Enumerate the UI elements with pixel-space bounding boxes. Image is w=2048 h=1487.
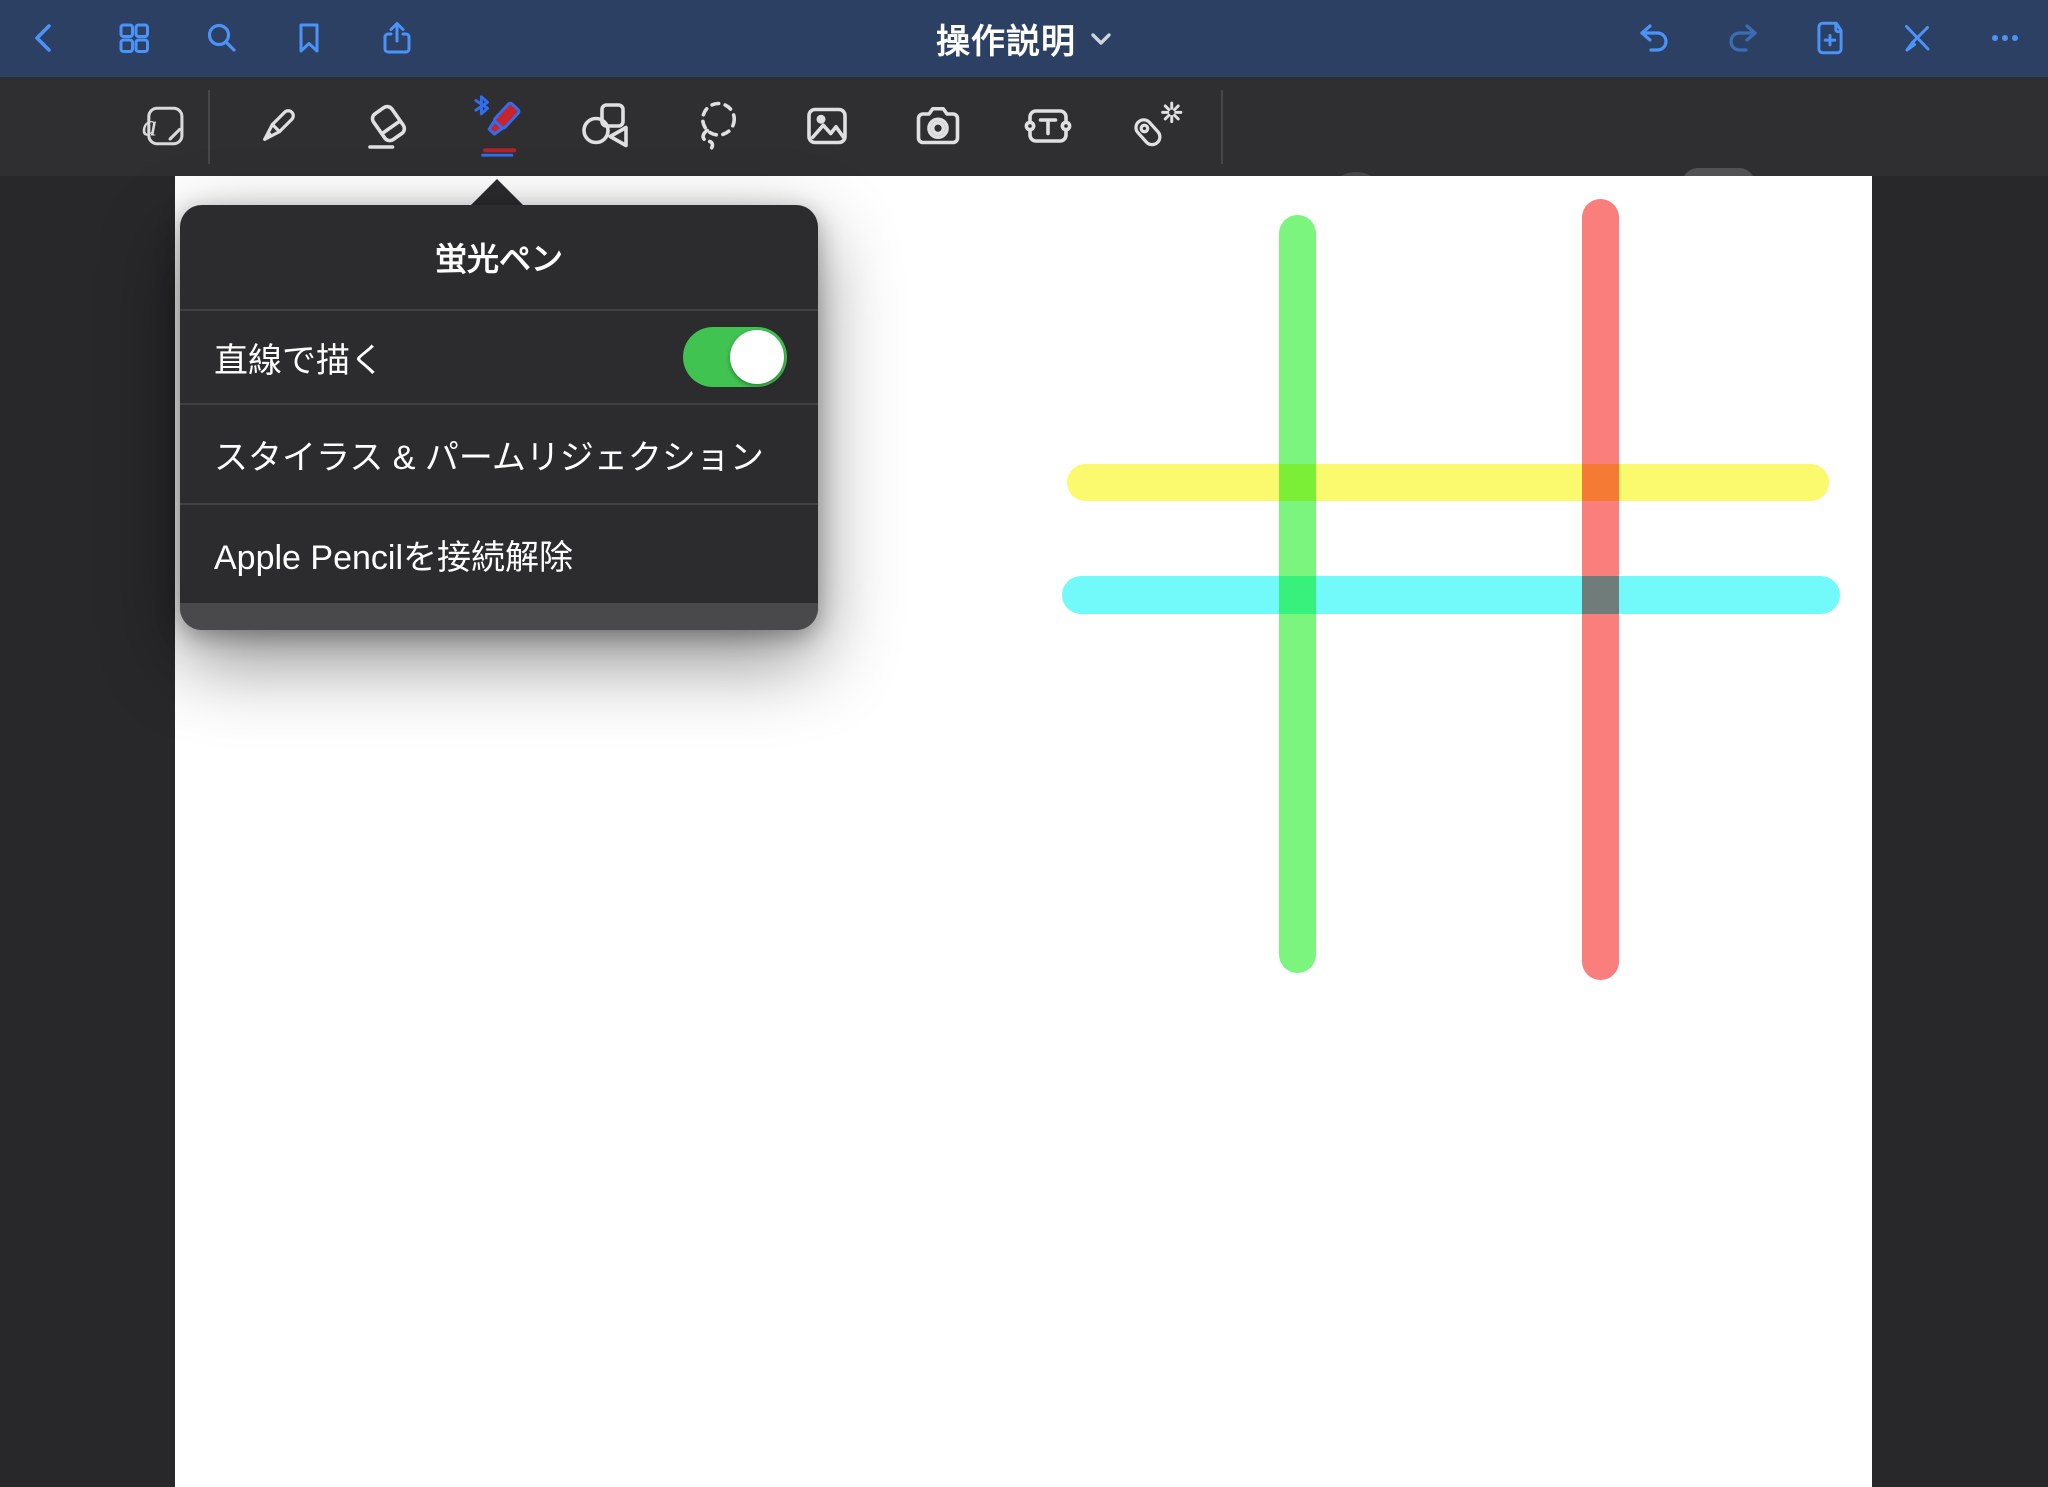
- grid-icon: [119, 23, 149, 53]
- disconnect-apple-pencil-label: Apple Pencilを接続解除: [214, 538, 574, 577]
- document-title-menu[interactable]: 操作説明: [824, 0, 1224, 77]
- eraser-icon: [368, 104, 407, 149]
- laser-pointer-tool[interactable]: [1129, 98, 1185, 154]
- share-button[interactable]: [377, 18, 417, 58]
- redo-icon: [1729, 24, 1757, 52]
- popover-footer: [180, 603, 818, 630]
- page-panel-tool[interactable]: a: [135, 98, 191, 154]
- svg-text:a: a: [142, 108, 157, 142]
- shapes-icon: [582, 103, 628, 148]
- toolbar-separator: [208, 90, 210, 164]
- undo-icon: [1640, 24, 1668, 52]
- toggle-knob: [730, 330, 784, 384]
- highlighter-stroke-cyan: [1062, 576, 1840, 614]
- highlighter-tool[interactable]: [468, 95, 524, 157]
- pen-icon: [263, 109, 295, 141]
- highlighter-stroke-yellow: [1067, 464, 1829, 501]
- draw-straight-line-toggle[interactable]: [683, 327, 787, 387]
- draw-straight-line-row[interactable]: 直線で描く: [180, 311, 818, 405]
- camera-icon: [916, 106, 960, 145]
- bookmark-icon: [299, 23, 319, 53]
- lasso-tool[interactable]: [689, 98, 745, 154]
- stylus-palm-rejection-row[interactable]: スタイラス & パームリジェクション: [180, 405, 818, 505]
- share-icon: [383, 22, 411, 54]
- camera-tool[interactable]: [910, 98, 966, 154]
- add-page-icon: [1817, 21, 1843, 55]
- highlighter-stroke-green: [1279, 215, 1316, 973]
- highlighter-selected-icon: [474, 95, 521, 157]
- stylus-palm-rejection-label: スタイラス & パームリジェクション: [214, 438, 764, 477]
- highlighter-popover: 蛍光ペン 直線で描く スタイラス & パームリジェクション Apple Penc…: [180, 205, 818, 630]
- lasso-icon: [700, 101, 737, 150]
- chevron-left-icon: [35, 24, 51, 52]
- tool-bar: a: [0, 77, 2048, 242]
- image-tool[interactable]: [799, 98, 855, 154]
- eraser-tool[interactable]: [360, 98, 416, 154]
- popover-title: 蛍光ペン: [180, 205, 818, 311]
- shapes-tool[interactable]: [577, 98, 633, 154]
- pen-mode-toggle-button[interactable]: [1897, 18, 1937, 58]
- back-button[interactable]: [25, 18, 65, 58]
- highlighter-stroke-red: [1582, 199, 1619, 980]
- nav-bar: 操作説明: [0, 0, 2048, 77]
- ellipsis-icon: [1992, 35, 2018, 41]
- page-panel-icon: a: [142, 106, 184, 146]
- text-tool[interactable]: [1020, 98, 1076, 154]
- pen-off-icon: [1905, 25, 1930, 52]
- add-page-button[interactable]: [1810, 18, 1850, 58]
- more-options-button[interactable]: [1985, 18, 2025, 58]
- search-button[interactable]: [202, 18, 242, 58]
- search-icon: [207, 23, 236, 52]
- toolbar-separator: [1221, 90, 1223, 164]
- app-window: 操作説明 a 蛍光ペン 直線で描く スタイラス & パームリジェクション App…: [0, 0, 2048, 1487]
- text-icon: [1024, 109, 1072, 143]
- chevron-down-icon: [1091, 32, 1111, 45]
- pen-tool[interactable]: [250, 98, 306, 154]
- popover-arrow: [470, 179, 524, 206]
- image-icon: [807, 107, 847, 145]
- redo-button[interactable]: [1722, 18, 1762, 58]
- page-thumbnails-button[interactable]: [114, 18, 154, 58]
- bookmark-button[interactable]: [289, 18, 329, 58]
- draw-straight-line-label: 直線で描く: [214, 341, 384, 380]
- undo-button[interactable]: [1635, 18, 1675, 58]
- disconnect-apple-pencil-row[interactable]: Apple Pencilを接続解除: [180, 505, 818, 603]
- document-title: 操作説明: [936, 23, 1076, 61]
- laser-pointer-icon: [1134, 101, 1183, 147]
